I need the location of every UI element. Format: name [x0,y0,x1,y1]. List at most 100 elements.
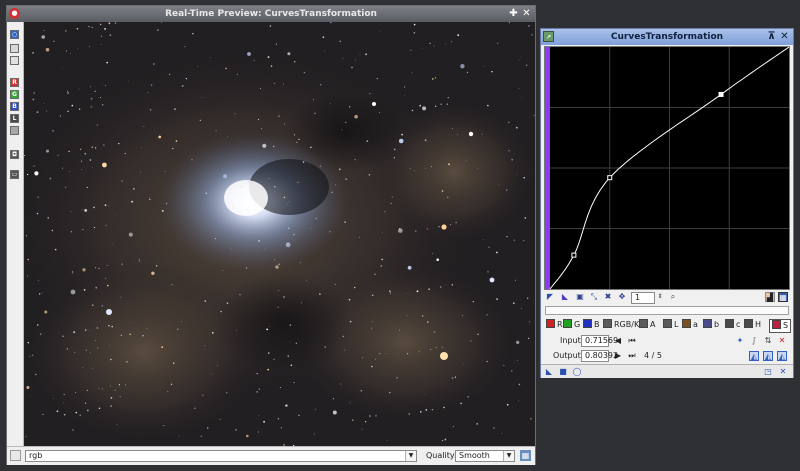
close-circle-icon[interactable]: ● [9,8,20,19]
process-icon[interactable]: ↗ [543,31,554,42]
channel-h[interactable]: H [744,319,761,331]
preview-window: ● Real-Time Preview: CurvesTransformatio… [6,5,536,465]
star [175,140,178,142]
red-channel-icon[interactable]: R [10,78,19,87]
star [155,265,158,267]
channel-icon[interactable] [10,450,21,461]
star [150,84,153,86]
channel-b[interactable]: b [703,319,719,331]
curve-point-selected[interactable] [718,91,724,97]
channel-a[interactable]: A [639,319,655,331]
grid-icon[interactable]: ▦ [778,292,788,302]
quality-select[interactable]: Smooth ▼ [455,450,515,462]
channel-s[interactable]: S [769,319,792,333]
akima-icon[interactable]: ◭ [749,351,759,361]
zoom-stepper-icon[interactable]: ⇕ [655,292,665,302]
curve-scrollbar[interactable] [545,306,789,315]
documentation-icon[interactable]: ◳ [763,367,773,377]
star [92,368,93,369]
page-alt-icon[interactable] [10,56,19,65]
channel-c[interactable]: c [725,319,740,331]
star [434,77,437,79]
preview-titlebar[interactable]: ● Real-Time Preview: CurvesTransformatio… [7,6,535,22]
flip-icon[interactable]: ⇅ [763,336,773,346]
select-point-icon[interactable]: ◣ [560,292,570,302]
cubic-icon[interactable]: ◭ [763,351,773,361]
preview-icon[interactable]: ○ [10,30,19,39]
new-instance-icon[interactable]: ◣ [544,367,554,377]
close-icon[interactable]: ✕ [779,31,790,42]
reset-icon[interactable]: ✕ [777,336,787,346]
chevron-down-icon: ▼ [503,451,514,461]
star [80,148,82,150]
page-icon[interactable] [10,44,19,53]
star [99,97,101,98]
star [165,202,168,205]
star [508,22,510,24]
star [433,331,435,333]
delete-point-icon[interactable]: ▣ [575,292,585,302]
close-icon[interactable]: ✕ [521,8,532,19]
star [174,108,176,110]
linear-icon[interactable]: ◭ [777,351,787,361]
star [78,88,80,90]
last-point-icon[interactable]: ⏭ [627,351,637,361]
display-mode-select[interactable]: rgb ▼ [25,450,417,462]
decrement-input-icon[interactable]: ◀ [613,336,623,346]
screen-icon[interactable]: ▭ [10,170,19,179]
pan-icon[interactable]: ✥ [617,292,627,302]
star [313,433,315,435]
blue-channel-icon[interactable]: B [10,102,19,111]
zoom-fit-icon[interactable]: ⤡ [589,292,599,302]
curve-plot[interactable] [545,47,789,289]
histogram-icon[interactable]: ▟ [765,292,775,302]
star [435,346,437,348]
channel-r[interactable]: R [546,319,563,331]
edit-point-icon[interactable]: ◤ [545,292,555,302]
increment-output-icon[interactable]: ▶ [613,351,623,361]
zoom-field[interactable]: 1 [631,292,655,304]
curve-graph[interactable] [544,46,790,290]
zoom-out-icon[interactable]: ✖ [603,292,613,302]
star [143,125,145,127]
channel-label: R [557,320,563,329]
star [27,258,29,261]
star [91,26,94,29]
reset-instance-icon[interactable]: ✕ [778,367,788,377]
input-field[interactable]: 0.71569 [581,335,618,347]
magnifier-icon[interactable]: ⌕ [668,292,678,302]
star [399,228,401,230]
channel-b[interactable]: B [583,319,600,331]
channel-g[interactable]: G [563,319,580,331]
star [92,166,94,168]
reverse-icon[interactable]: ∫ [749,336,759,346]
curve-point[interactable] [571,252,577,258]
camera-icon[interactable]: ◘ [10,150,19,159]
interpolation-icon[interactable]: ✦ [735,336,745,346]
first-point-icon[interactable]: ⏮ [627,336,637,346]
channel-rgb-k[interactable]: RGB/K [603,319,639,331]
curves-titlebar[interactable]: ↗ CurvesTransformation ⊼ ✕ [541,29,793,45]
luminance-channel-icon[interactable]: L [10,114,19,123]
curve-point[interactable] [607,175,613,181]
apply-icon[interactable]: ■ [558,367,568,377]
alpha-channel-icon[interactable] [10,126,19,135]
star [283,196,286,199]
star [236,73,238,75]
realtime-preview-icon[interactable]: ◯ [572,367,582,377]
star [413,170,415,172]
settings-icon[interactable]: ▦ [520,450,531,461]
star [194,407,196,409]
pin-icon[interactable]: ⊼ [766,31,777,42]
channel-l[interactable]: L [663,319,678,331]
pin-icon[interactable]: ✚ [508,8,519,19]
channel-a[interactable]: a [682,319,698,331]
star [273,82,275,84]
star [338,168,341,171]
preview-image[interactable] [24,22,535,446]
star [268,178,270,180]
star [204,300,207,302]
output-field[interactable]: 0.80392 [581,350,618,362]
star [139,261,141,263]
green-channel-icon[interactable]: G [10,90,19,99]
